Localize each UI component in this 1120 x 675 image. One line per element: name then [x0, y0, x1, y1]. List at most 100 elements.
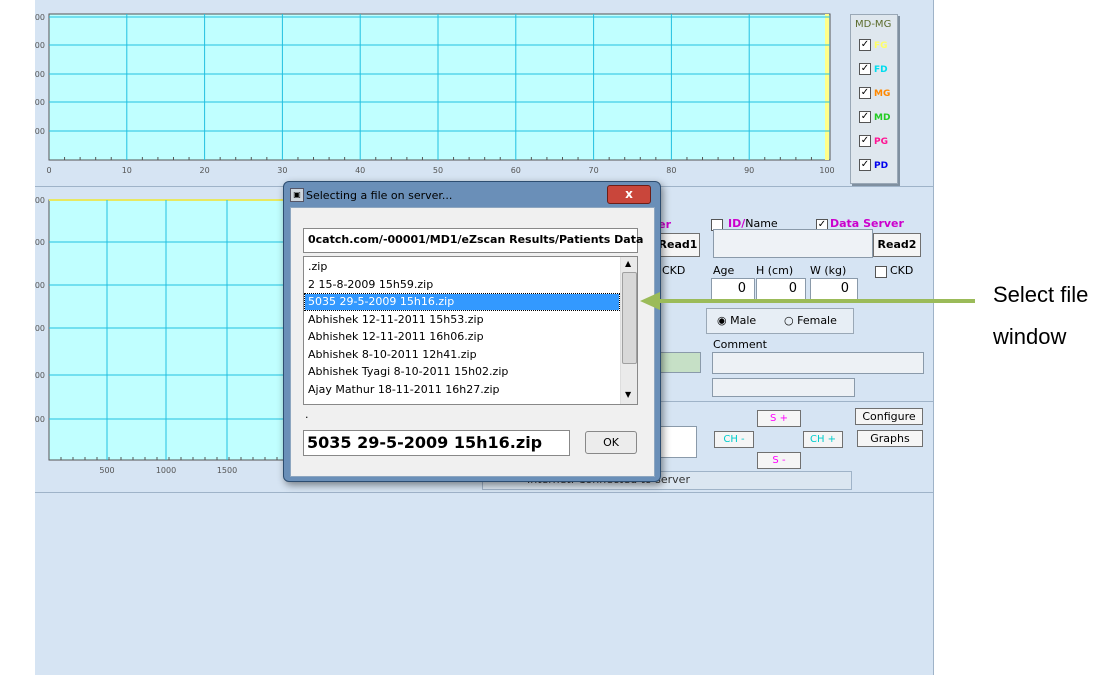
comment-field[interactable] [712, 352, 924, 374]
height-label: H (cm) [756, 264, 794, 277]
legend-item-pg[interactable]: ✓ PG [859, 135, 888, 147]
top-x-tick-labels: 0 10 20 30 40 50 60 70 80 90 100 [46, 166, 834, 175]
dot-label: . [305, 408, 309, 421]
configure-button[interactable]: Configure [855, 408, 923, 425]
arrowhead-icon [640, 292, 660, 310]
comment-field-2[interactable] [712, 378, 855, 397]
legend-item-fd[interactable]: ✓ FD [859, 63, 888, 75]
file-list-item[interactable]: Abhishek 8-10-2011 12h41.zip [308, 347, 619, 363]
top-y-tick-labels: 1000 800 600 400 200 [35, 13, 45, 136]
legend-checkbox[interactable]: ✓ [859, 39, 871, 51]
top-x-tick-label: 90 [744, 166, 754, 175]
legend-checkbox[interactable]: ✓ [859, 159, 871, 171]
dialog-app-icon: ▣ [290, 188, 304, 202]
bottom-x-tick-label: 500 [99, 466, 114, 475]
filename-field[interactable]: 5035 29-5-2009 15h16.zip [303, 430, 570, 456]
top-y-tick-label: 800 [35, 41, 45, 50]
comment-label: Comment [713, 338, 767, 351]
green-field [655, 352, 701, 373]
bottom-y-tick-label: 2500 [35, 238, 45, 247]
top-x-tick-label: 30 [277, 166, 287, 175]
top-y-tick-label: 1000 [35, 13, 45, 22]
top-chart-svg: 1000 800 600 400 200 0 10 20 30 40 50 60 70 80 90 100 [35, 13, 835, 175]
read2-button[interactable]: Read2 [873, 233, 921, 257]
scroll-down-icon[interactable]: ▼ [625, 390, 631, 399]
ch-minus-button[interactable]: CH - [714, 431, 754, 448]
separator-line [651, 401, 933, 402]
top-x-tick-label: 80 [666, 166, 676, 175]
file-list-item[interactable]: Ajay Mathur 18-11-2011 16h27.zip [308, 382, 619, 398]
close-icon: x [625, 187, 633, 201]
bottom-y-tick-label: 500 [35, 415, 45, 424]
legend-label: PD [874, 160, 889, 171]
bottom-x-tick-label: 1000 [156, 466, 176, 475]
file-list-scrollbar[interactable]: ▲ ▼ [620, 257, 637, 404]
file-list-item[interactable]: 2 15-8-2009 15h59.zip [308, 277, 619, 293]
female-radio[interactable]: ○ Female [784, 314, 837, 327]
top-x-tick-label: 100 [819, 166, 834, 175]
top-y-tick-label: 600 [35, 70, 45, 79]
bottom-x-tick-label: 1500 [217, 466, 237, 475]
read1-button[interactable]: Read1 [656, 233, 700, 257]
filename-text: 5035 29-5-2009 15h16.zip [307, 433, 543, 452]
annotation-label: Select file window [993, 274, 1088, 358]
annotation-arrow [640, 292, 975, 310]
lower-divider [35, 492, 933, 493]
top-plot-area [48, 13, 831, 161]
legend-item-md[interactable]: ✓ MD [859, 111, 890, 123]
male-radio[interactable]: ◉ Male [717, 314, 756, 327]
top-x-tick-label: 20 [200, 166, 210, 175]
dialog-body: 0catch.com/-00001/MD1/eZscan Results/Pat… [290, 207, 655, 477]
scroll-up-icon[interactable]: ▲ [625, 259, 631, 268]
file-list[interactable]: .zip 2 15-8-2009 15h59.zip 5035 29-5-2009 … [303, 256, 638, 405]
bottom-y-tick-label: 3000 [35, 196, 45, 205]
file-list-item[interactable]: Abhishek 12-11-2011 15h53.zip [308, 312, 619, 328]
top-x-tick-label: 70 [589, 166, 599, 175]
top-x-tick-label: 50 [433, 166, 443, 175]
weight-label: W (kg) [810, 264, 847, 277]
ckd-right-label: CKD [890, 264, 914, 277]
series-legend: MD-MG ✓ FG ✓ FD ✓ MG ✓ MD ✓ PG ✓ PD [850, 14, 898, 184]
legend-title: MD-MG [855, 19, 892, 30]
annotation-line-2: window [993, 324, 1067, 349]
annotation-line-1: Select file [993, 282, 1089, 307]
bottom-y-tick-label: 2000 [35, 281, 45, 290]
top-x-tick-label: 10 [122, 166, 132, 175]
legend-label: FG [874, 40, 888, 51]
dialog-close-button[interactable]: x [607, 185, 651, 204]
legend-label: MD [874, 112, 891, 123]
top-x-tick-label: 0 [46, 166, 51, 175]
top-y-tick-label: 200 [35, 127, 45, 136]
legend-label: FD [874, 64, 888, 75]
legend-checkbox[interactable]: ✓ [859, 63, 871, 75]
id-name-field[interactable] [713, 229, 873, 258]
s-minus-button[interactable]: S - [757, 452, 801, 469]
legend-item-mg[interactable]: ✓ MG [859, 87, 890, 99]
server-path-text: 0catch.com/-00001/MD1/eZscan Results/Pat… [308, 233, 644, 246]
legend-item-pd[interactable]: ✓ PD [859, 159, 888, 171]
legend-checkbox[interactable]: ✓ [859, 135, 871, 147]
legend-checkbox[interactable]: ✓ [859, 87, 871, 99]
file-list-item[interactable]: Abhishek Tyagi 8-10-2011 15h02.zip [308, 364, 619, 380]
file-list-item[interactable]: 5035 29-5-2009 15h16.zip [304, 293, 620, 311]
scroll-thumb[interactable] [622, 272, 637, 364]
top-chart: 1000 800 600 400 200 0 10 20 30 40 50 60 70 80 90 100 [35, 0, 847, 180]
top-x-tick-label: 40 [355, 166, 365, 175]
file-list-item[interactable]: .zip [308, 259, 619, 275]
legend-item-fg[interactable]: ✓ FG [859, 39, 888, 51]
legend-checkbox[interactable]: ✓ [859, 111, 871, 123]
file-list-item[interactable]: Abhishek 12-11-2011 16h06.zip [308, 329, 619, 345]
graphs-button[interactable]: Graphs [857, 430, 923, 447]
ok-button[interactable]: OK [585, 431, 637, 454]
age-label: Age [713, 264, 735, 277]
top-y-tick-label: 400 [35, 98, 45, 107]
ckd-right-checkbox[interactable] [875, 266, 887, 278]
legend-label: PG [874, 136, 888, 147]
server-path-field[interactable]: 0catch.com/-00001/MD1/eZscan Results/Pat… [303, 228, 643, 253]
bottom-y-tick-label: 1500 [35, 324, 45, 333]
ch-plus-button[interactable]: CH + [803, 431, 843, 448]
bottom-x-tick-labels: 500100015002 [99, 466, 289, 475]
s-plus-button[interactable]: S + [757, 410, 801, 427]
bottom-y-tick-label: 1000 [35, 371, 45, 380]
ckd-left-label: CKD [662, 264, 686, 277]
